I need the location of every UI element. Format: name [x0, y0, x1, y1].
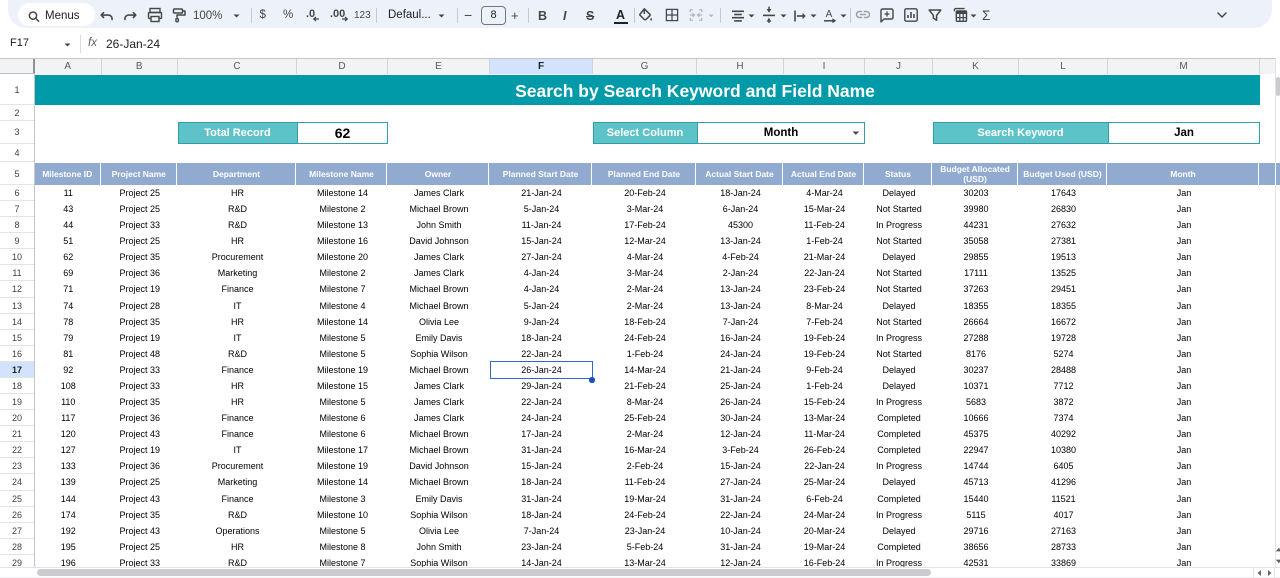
- svg-text:A: A: [825, 9, 832, 20]
